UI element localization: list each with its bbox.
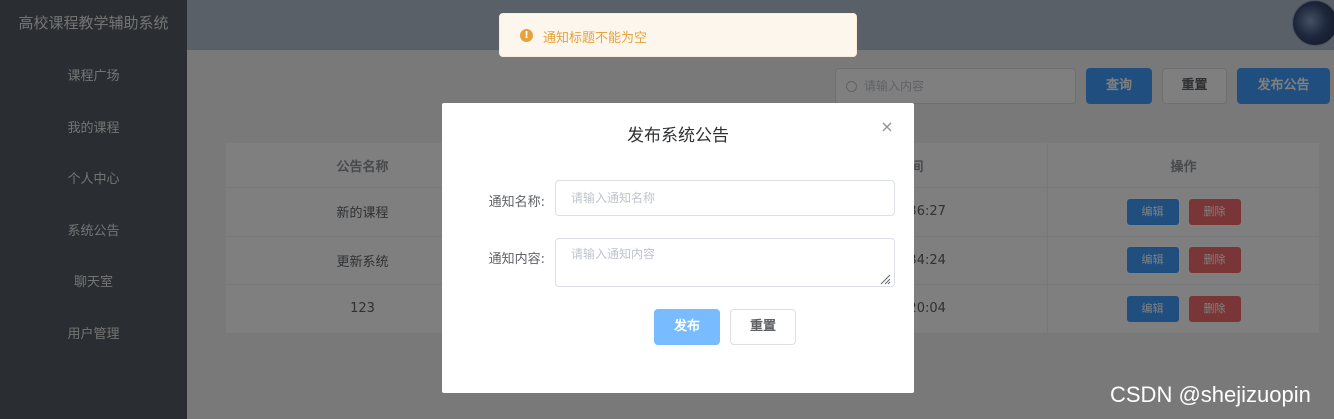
reset-form-button[interactable]: 重置 (730, 309, 796, 345)
warning-message: ! 通知标题不能为空 (499, 13, 857, 57)
notice-name-input[interactable] (555, 180, 895, 216)
dialog-title: 发布系统公告 (627, 126, 729, 146)
warning-text: 通知标题不能为空 (543, 31, 648, 46)
publish-announcement-dialog: 发布系统公告 × 通知名称: 通知内容: 发布 重置 (442, 103, 914, 393)
notice-name-label: 通知名称: (488, 195, 545, 210)
submit-button[interactable]: 发布 (654, 309, 720, 345)
notice-content-label: 通知内容: (488, 252, 545, 267)
notice-content-textarea[interactable] (555, 238, 895, 287)
watermark: CSDN @shejizuopin (1110, 382, 1311, 407)
warning-icon: ! (520, 29, 533, 42)
close-icon[interactable]: × (880, 119, 894, 135)
resize-handle-icon[interactable] (880, 274, 891, 285)
